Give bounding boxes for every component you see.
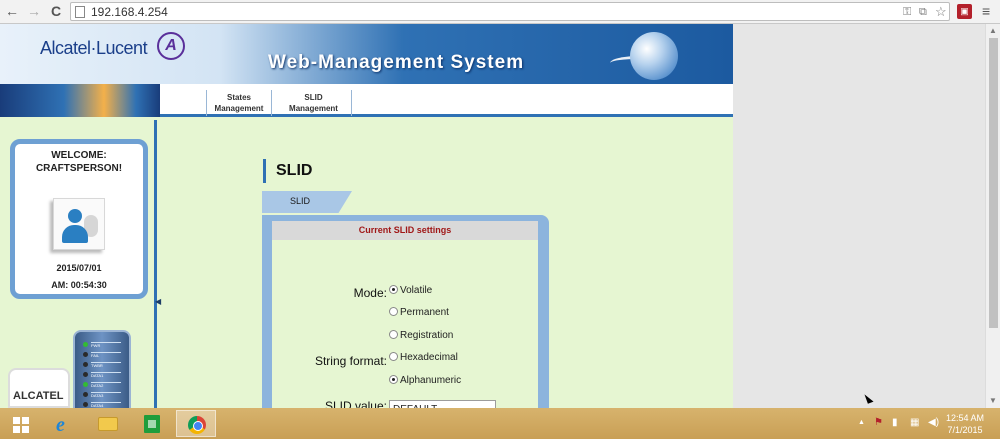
option-label: Alphanumeric (400, 375, 462, 386)
tab-states-management[interactable]: States Management (206, 90, 272, 116)
brand-logo-icon: A (157, 32, 185, 60)
taskbar-file-explorer[interactable] (88, 410, 128, 437)
translate-icon[interactable]: ⧉ (919, 6, 927, 19)
tab-slid[interactable]: SLID (262, 191, 352, 213)
power-icon[interactable]: ▮ (892, 417, 898, 428)
brand-logo-text: Alcatel·Lucent (40, 38, 148, 58)
page-scrollbar[interactable]: ▲ ▼ (985, 24, 1000, 408)
tab-line2: Management (289, 104, 338, 113)
mode-option-permanent[interactable]: Permanent (389, 307, 449, 318)
action-center-flag-icon[interactable]: ⚑ (874, 417, 883, 428)
system-title: Web-Management System (268, 52, 525, 73)
tab-slid-label: SLID (290, 196, 311, 206)
page-header: Alcatel·Lucent A Web-Management System (0, 24, 733, 84)
scrollbar-thumb[interactable] (989, 38, 998, 328)
radio-icon[interactable] (389, 375, 398, 384)
taskbar-internet-explorer[interactable]: e (44, 410, 84, 437)
mode-option-volatile[interactable]: Volatile (389, 285, 432, 296)
network-icon[interactable]: ▦ (910, 417, 919, 428)
format-option-alphanumeric[interactable]: Alphanumeric (389, 375, 461, 386)
scroll-down-icon[interactable]: ▼ (989, 396, 997, 405)
page-icon (75, 6, 85, 18)
left-sidebar: WELCOME: CRAFTSPERSON! 2015/07/01 AM: 00… (0, 120, 157, 408)
internet-explorer-icon: e (56, 414, 65, 436)
radio-icon[interactable] (389, 307, 398, 316)
slid-value-label: SLID value: (324, 399, 387, 408)
option-label: Registration (400, 330, 454, 341)
option-label: Permanent (400, 307, 449, 318)
store-icon (144, 415, 160, 433)
ont-device-image: PWR FAIL TWBR DATA1 DATA2 DATA3 DATA4 (73, 330, 131, 408)
option-label: Volatile (400, 285, 433, 296)
windows-logo-icon (13, 417, 29, 433)
extension-icon[interactable]: ▣ (957, 4, 972, 19)
tray-overflow-icon[interactable]: ▲ (858, 419, 865, 426)
start-button[interactable] (2, 410, 42, 437)
chrome-icon (188, 416, 206, 434)
radio-icon[interactable] (389, 285, 398, 294)
address-url[interactable]: 192.168.4.254 (91, 5, 168, 19)
globe-icon (630, 32, 678, 80)
device-label: PWR (91, 342, 121, 348)
slid-settings-panel: Current SLID settings Mode: Volatile Per… (262, 215, 549, 408)
taskbar-store[interactable] (132, 410, 172, 437)
nav-banner-image (0, 84, 160, 117)
session-date: 2015/07/01 (56, 263, 102, 273)
back-button[interactable]: ← (4, 3, 20, 19)
taskbar-clock[interactable]: 12:54 AM 7/1/2015 (943, 412, 987, 436)
scroll-up-icon[interactable]: ▲ (989, 26, 997, 35)
device-label: DATA2 (91, 382, 121, 388)
mode-label: Mode: (353, 286, 387, 300)
brand-card: ALCATEL (8, 368, 70, 408)
welcome-card: WELCOME: CRAFTSPERSON! 2015/07/01 AM: 00… (10, 139, 148, 299)
string-format-label: String format: (314, 354, 387, 368)
bookmark-star-icon[interactable]: ☆ (935, 4, 947, 20)
device-label: TWBR (91, 362, 121, 368)
device-label: DATA1 (91, 372, 121, 378)
slid-value-input[interactable] (389, 400, 496, 408)
tab-line1: States (226, 93, 251, 102)
welcome-username: CRAFTSPERSON! (35, 163, 123, 174)
clock-time: 12:54 AM (945, 413, 985, 423)
sidebar-collapse-icon[interactable]: ◀ (155, 297, 161, 306)
radio-icon[interactable] (389, 352, 398, 361)
key-icon[interactable]: ⚿ (903, 6, 911, 19)
browser-viewport: Alcatel·Lucent A Web-Management System S… (0, 24, 1000, 408)
forward-button[interactable]: → (26, 3, 42, 19)
folder-icon (98, 417, 118, 431)
option-label: Hexadecimal (400, 352, 458, 363)
browser-toolbar: ← → C 192.168.4.254 ⚿ ⧉ ☆ ▣ ≡ (0, 0, 1000, 24)
menu-icon[interactable]: ≡ (982, 3, 990, 19)
session-time: AM: 00:54:30 (51, 280, 107, 290)
panel-title: Current SLID settings (272, 221, 538, 240)
brand-card-label: ALCATEL (13, 390, 64, 402)
tab-slid-management[interactable]: SLID Management (276, 90, 352, 116)
mode-option-registration[interactable]: Registration (389, 330, 453, 341)
user-avatar-icon (53, 198, 105, 250)
device-label: FAIL (91, 352, 121, 358)
clock-date: 7/1/2015 (947, 425, 983, 435)
page-title: SLID (263, 159, 312, 183)
welcome-line1: WELCOME: (51, 150, 107, 161)
reload-button[interactable]: C (48, 3, 64, 19)
tab-line1: SLID (304, 93, 323, 102)
web-page: Alcatel·Lucent A Web-Management System S… (0, 24, 733, 408)
tab-line2: Management (214, 104, 264, 113)
top-nav: States Management SLID Management (0, 84, 733, 117)
address-bar[interactable]: 192.168.4.254 ⚿ ⧉ ☆ (70, 2, 950, 21)
device-label: DATA3 (91, 392, 121, 398)
volume-icon[interactable]: ◀) (928, 417, 939, 428)
radio-icon[interactable] (389, 330, 398, 339)
taskbar-chrome[interactable] (176, 410, 216, 437)
windows-taskbar: e ▲ ⚑ ▮ ▦ ◀) 12:54 AM 7/1/2015 (0, 408, 1000, 439)
format-option-hexadecimal[interactable]: Hexadecimal (389, 352, 458, 363)
